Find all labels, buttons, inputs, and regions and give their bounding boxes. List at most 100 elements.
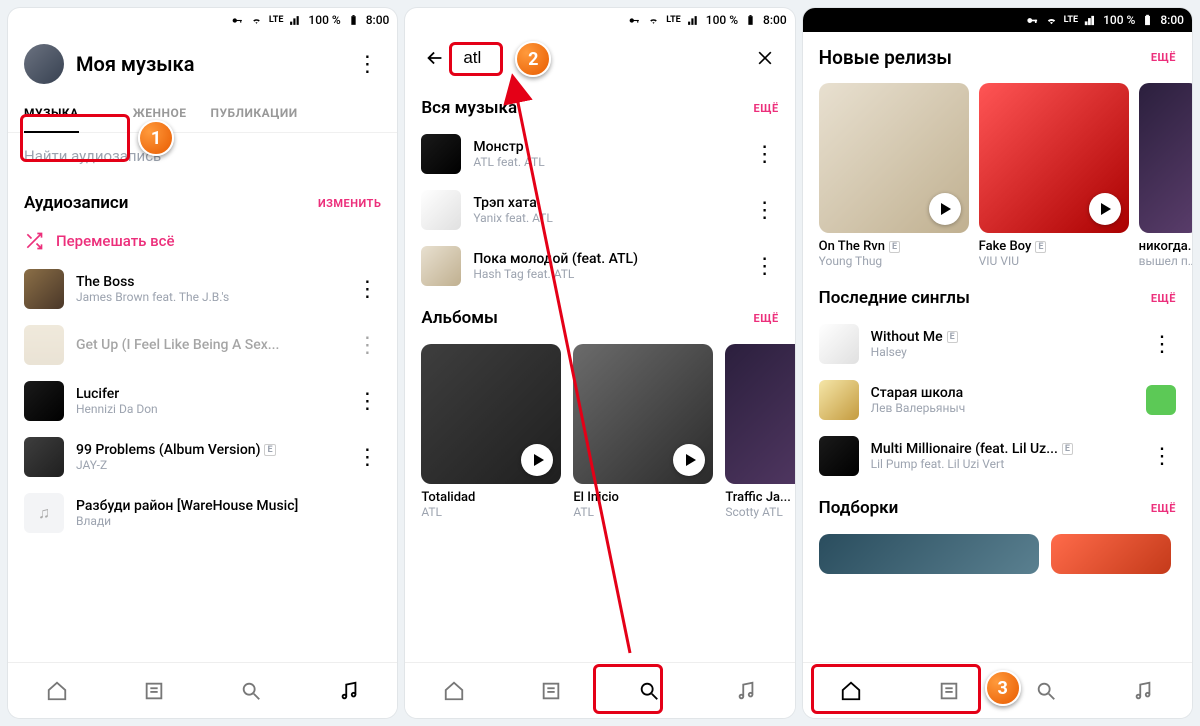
track-title: Lucifer	[76, 386, 341, 402]
nav-home[interactable]	[829, 669, 873, 713]
more-button[interactable]: ЕЩЁ	[754, 102, 779, 115]
album-item[interactable]: Traffic Ja... Scotty ATL	[725, 344, 794, 519]
search-header	[405, 32, 794, 84]
track-title: Разбуди район [WareHouse Music]	[76, 498, 381, 514]
track-more-icon[interactable]	[751, 252, 779, 280]
play-icon[interactable]	[521, 444, 553, 476]
track-more-icon[interactable]	[353, 331, 381, 359]
nav-home[interactable]	[432, 669, 476, 713]
album-cover	[725, 344, 794, 484]
wifi-icon	[250, 14, 263, 27]
nav-library[interactable]	[927, 669, 971, 713]
nav-search[interactable]	[1024, 669, 1068, 713]
album-item[interactable]: Totalidad ATL	[421, 344, 561, 519]
collections-scroll[interactable]	[803, 526, 1192, 574]
section-title: Последние синглы	[819, 288, 1151, 308]
more-menu-icon[interactable]	[353, 50, 381, 78]
track-more-icon[interactable]	[1148, 442, 1176, 470]
screen-search: LTE 100 % 8:00 Вся музыка ЕЩЁ Монстр ATL…	[405, 8, 794, 718]
track-more-icon[interactable]	[1146, 385, 1176, 415]
collection-item[interactable]	[819, 534, 1039, 574]
signal-icon	[1084, 14, 1097, 27]
track-more-icon[interactable]	[751, 140, 779, 168]
track-row[interactable]: Without MeE Halsey	[803, 316, 1192, 372]
track-thumb	[24, 381, 64, 421]
track-thumb	[421, 246, 461, 286]
bottom-nav	[405, 662, 794, 718]
track-row[interactable]: Трэп хата Yanix feat. ATL	[405, 182, 794, 238]
track-row[interactable]: 99 Problems (Album Version)E JAY-Z	[8, 429, 397, 485]
track-more-icon[interactable]	[353, 387, 381, 415]
album-artist: ATL	[573, 505, 713, 519]
nav-library[interactable]	[529, 669, 573, 713]
track-row[interactable]: Монстр ATL feat. ATL	[405, 126, 794, 182]
track-row[interactable]: Multi Millionaire (feat. Lil Uz...E Lil …	[803, 428, 1192, 484]
more-button[interactable]: ЕЩЁ	[1151, 292, 1176, 305]
clock: 8:00	[366, 13, 390, 27]
track-row[interactable]: ♫ Разбуди район [WareHouse Music] Влади	[8, 485, 397, 541]
album-cover	[573, 344, 713, 484]
tab-music[interactable]: МУЗЫКА	[24, 94, 79, 132]
albums-scroll[interactable]: Totalidad ATL El Inicio ATL Traffic Ja..…	[405, 336, 794, 527]
page-title: Моя музыка	[76, 52, 341, 76]
releases-scroll[interactable]: On The RvnE Young Thug Fake BoyE VIU VIU…	[803, 77, 1192, 274]
nav-library[interactable]	[132, 669, 176, 713]
track-row[interactable]: The Boss James Brown feat. The J.B.'s	[8, 261, 397, 317]
more-button[interactable]: ЕЩЁ	[1151, 502, 1176, 515]
album-item[interactable]: El Inicio ATL	[573, 344, 713, 519]
wifi-icon	[1045, 14, 1058, 27]
section-singles: Последние синглы ЕЩЁ	[803, 274, 1192, 316]
edit-button[interactable]: ИЗМЕНИТЬ	[318, 197, 381, 210]
nav-search[interactable]	[627, 669, 671, 713]
track-artist: Hennizi Da Don	[76, 402, 341, 416]
nav-music[interactable]	[327, 669, 371, 713]
search-input[interactable]	[463, 48, 736, 68]
play-icon[interactable]	[929, 193, 961, 225]
album-artist: ATL	[421, 505, 561, 519]
nav-home[interactable]	[35, 669, 79, 713]
nav-music[interactable]	[1121, 669, 1165, 713]
track-row[interactable]: Lucifer Hennizi Da Don	[8, 373, 397, 429]
bottom-nav	[8, 662, 397, 718]
release-item[interactable]: On The RvnE Young Thug	[819, 83, 969, 268]
track-more-icon[interactable]	[751, 196, 779, 224]
track-row[interactable]: Get Up (I Feel Like Being A Sex...	[8, 317, 397, 373]
shuffle-all[interactable]: Перемешать всё	[8, 221, 397, 261]
signal-icon	[687, 14, 700, 27]
nav-music[interactable]	[724, 669, 768, 713]
release-title: никогда...	[1139, 239, 1192, 254]
statusbar: LTE 100 % 8:00	[405, 8, 794, 32]
release-item[interactable]: Fake BoyE VIU VIU	[979, 83, 1129, 268]
battery-pct: 100 %	[308, 13, 340, 27]
avatar[interactable]	[24, 44, 64, 84]
section-title: Вся музыка	[421, 98, 753, 118]
tab-publications[interactable]: ПУБЛИКАЦИИ	[210, 94, 297, 132]
more-button[interactable]: ЕЩЁ	[754, 312, 779, 325]
release-cover	[819, 83, 969, 233]
more-button[interactable]: ЕЩЁ	[1151, 51, 1176, 64]
track-more-icon[interactable]	[1148, 330, 1176, 358]
track-artist: Hash Tag feat. ATL	[473, 267, 738, 281]
nav-search[interactable]	[229, 669, 273, 713]
track-more-icon[interactable]	[353, 275, 381, 303]
track-artist: ATL feat. ATL	[473, 155, 738, 169]
track-artist: Лев Валерьяныч	[871, 401, 1134, 415]
track-artist: James Brown feat. The J.B.'s	[76, 290, 341, 304]
track-artist: Lil Pump feat. Lil Uzi Vert	[871, 457, 1136, 471]
back-icon[interactable]	[421, 44, 449, 72]
album-cover	[421, 344, 561, 484]
release-item[interactable]: никогда... вышел по...	[1139, 83, 1192, 268]
play-icon[interactable]	[673, 444, 705, 476]
collection-item[interactable]	[1051, 534, 1171, 574]
clear-icon[interactable]	[751, 44, 779, 72]
shuffle-icon	[24, 231, 44, 251]
play-icon[interactable]	[1089, 193, 1121, 225]
search-placeholder[interactable]: Найти аудиозапись	[8, 133, 397, 179]
track-more-icon[interactable]	[353, 443, 381, 471]
track-row[interactable]: Старая школа Лев Валерьяныч	[803, 372, 1192, 428]
track-thumb	[24, 325, 64, 365]
release-artist: Young Thug	[819, 254, 969, 268]
track-thumb	[24, 269, 64, 309]
track-thumb: ♫	[24, 493, 64, 533]
track-row[interactable]: Пока молодой (feat. ATL) Hash Tag feat. …	[405, 238, 794, 294]
